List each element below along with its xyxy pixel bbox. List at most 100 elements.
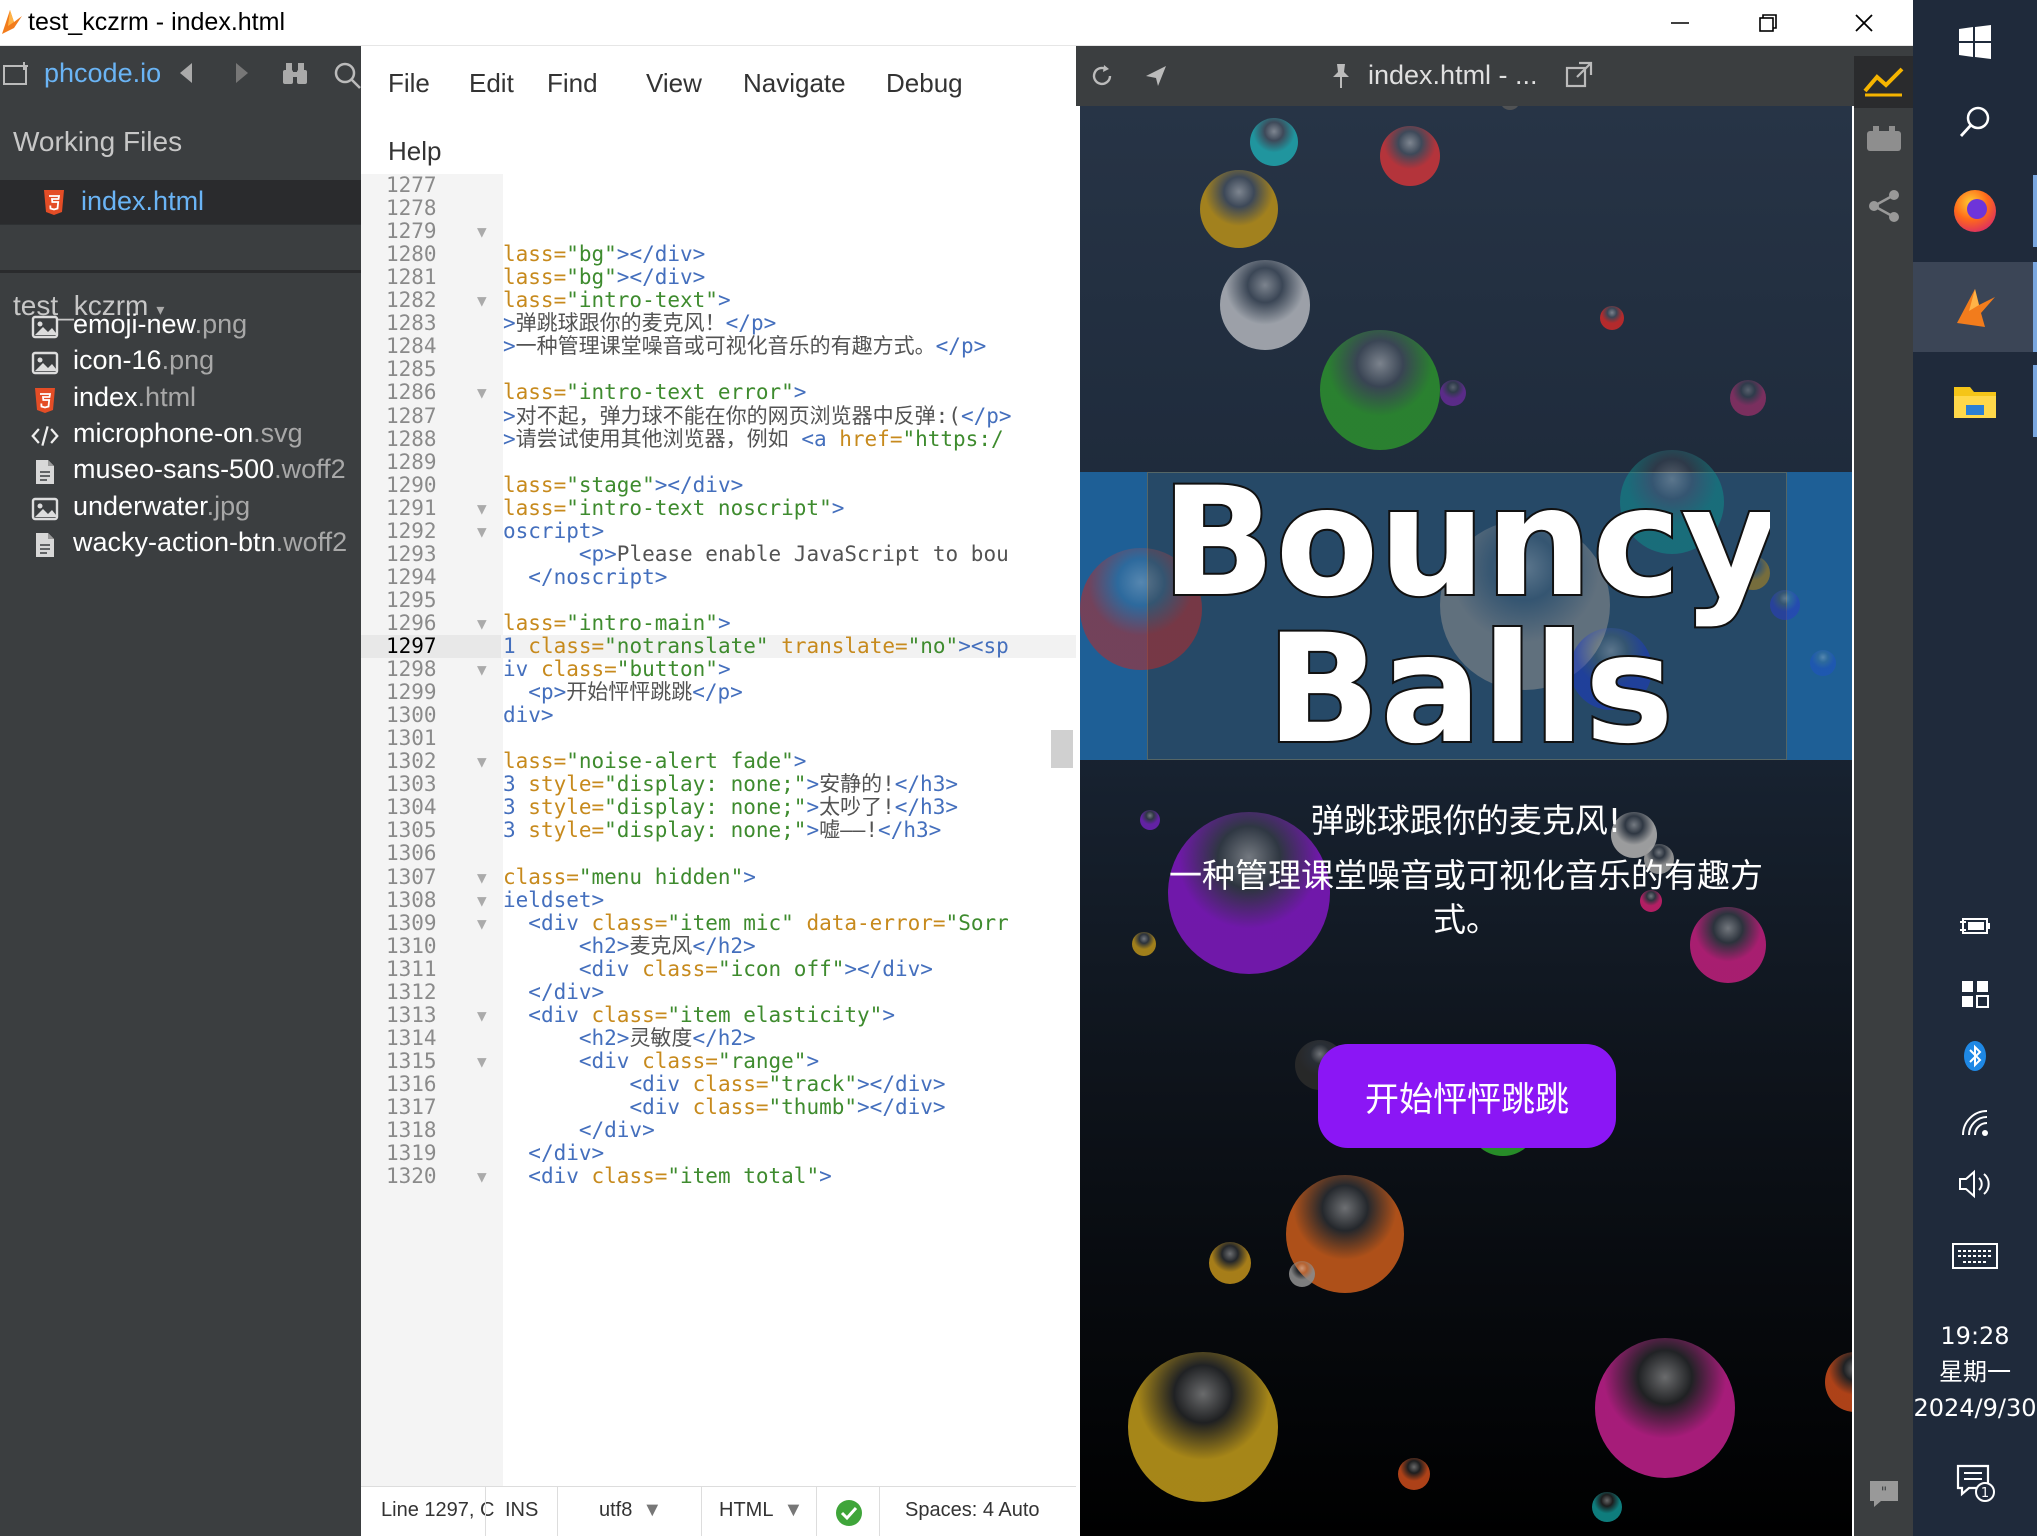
code-line[interactable] — [503, 842, 1076, 865]
code-line[interactable]: lass="bg"></div> — [503, 266, 1076, 289]
code-line[interactable]: 3 style="display: none;">嘘——!</h3> — [503, 819, 1076, 842]
code-line[interactable]: class="menu hidden"> — [503, 866, 1076, 889]
feedback-dock-button[interactable]: " — [1854, 1468, 1913, 1520]
start-bouncing-button[interactable]: 开始怦怦跳跳 — [1318, 1044, 1616, 1148]
code-line[interactable] — [503, 197, 1076, 220]
code-line[interactable]: 1 class="notranslate" translate="no"><sp — [503, 635, 1076, 659]
code-line[interactable]: <div class="item total"> — [503, 1165, 1076, 1188]
code-line[interactable] — [503, 220, 1076, 243]
code-line[interactable]: <p>Please enable JavaScript to bou — [503, 543, 1076, 566]
code-line[interactable]: lass="noise-alert fade"> — [503, 750, 1076, 773]
code-line[interactable]: lass="stage"></div> — [503, 474, 1076, 497]
action-center-button[interactable]: 1 — [1913, 1454, 2037, 1510]
tray-network[interactable] — [1913, 1100, 2037, 1144]
lint-ok-icon[interactable] — [835, 1499, 863, 1527]
code-line[interactable]: <div class="track"></div> — [503, 1073, 1076, 1096]
menu-navigate[interactable]: Navigate — [743, 68, 846, 99]
reload-icon[interactable] — [1088, 62, 1116, 90]
code-line[interactable]: <h2>麦克风</h2> — [503, 935, 1076, 958]
code-line[interactable]: </div> — [503, 1119, 1076, 1142]
fold-toggle-icon[interactable]: ▼ — [477, 889, 487, 912]
fold-toggle-icon[interactable]: ▼ — [477, 289, 487, 312]
taskbar-search-button[interactable] — [1913, 92, 2037, 152]
nav-back-icon[interactable] — [176, 60, 196, 86]
code-line[interactable]: </div> — [503, 981, 1076, 1004]
close-button[interactable] — [1820, 0, 1908, 46]
fold-toggle-icon[interactable]: ▼ — [477, 658, 487, 681]
code-line[interactable]: iv class="button"> — [503, 658, 1076, 681]
cursor-position[interactable]: Line 1297, C — [381, 1499, 494, 1522]
phcode-link[interactable]: phcode.io — [44, 58, 161, 89]
code-line[interactable]: <div class="range"> — [503, 1050, 1076, 1073]
code-line[interactable]: <div class="item mic" data-error="Sorr — [503, 912, 1076, 935]
code-line[interactable]: oscript> — [503, 520, 1076, 543]
code-line[interactable]: lass="intro-text"> — [503, 289, 1076, 312]
code-line[interactable] — [503, 727, 1076, 750]
file-tree-item[interactable]: wacky-action-btn.woff2 — [0, 523, 361, 569]
pin-icon[interactable] — [1328, 62, 1354, 90]
code-line[interactable]: >对不起，弹力球不能在你的网页浏览器中反弹:(</p> — [503, 405, 1076, 428]
fold-toggle-icon[interactable]: ▼ — [477, 866, 487, 889]
share-dock-button[interactable] — [1854, 180, 1913, 232]
menu-edit[interactable]: Edit — [469, 68, 514, 99]
search-icon[interactable] — [332, 60, 362, 90]
code-line[interactable]: lass="bg"></div> — [503, 243, 1076, 266]
code-line[interactable]: >请尝试使用其他浏览器，例如 <a href="https:/ — [503, 428, 1076, 451]
code-editor[interactable]: 1277 1278 1279 ▼ 1280 1281 1282 ▼ 1283 1284 1285 12… — [361, 174, 1076, 1486]
code-line[interactable]: ieldset> — [503, 889, 1076, 912]
taskbar-phoenix-code[interactable] — [1913, 262, 2037, 352]
code-line[interactable] — [503, 589, 1076, 612]
fold-toggle-icon[interactable]: ▼ — [477, 381, 487, 404]
taskbar-firefox[interactable] — [1913, 175, 2037, 247]
code-line[interactable]: <div class="item elasticity"> — [503, 1004, 1076, 1027]
menu-find[interactable]: Find — [547, 68, 598, 99]
encoding-select[interactable]: utf8 ▼ — [599, 1499, 662, 1522]
code-line[interactable]: <div class="thumb"></div> — [503, 1096, 1076, 1119]
tray-volume[interactable] — [1913, 1162, 2037, 1206]
new-project-icon[interactable] — [2, 60, 32, 88]
fold-toggle-icon[interactable]: ▼ — [477, 1165, 487, 1188]
code-line[interactable] — [503, 451, 1076, 474]
code-line[interactable]: lass="intro-text error"> — [503, 381, 1076, 404]
menu-debug[interactable]: Debug — [886, 68, 963, 99]
code-line[interactable]: </div> — [503, 1142, 1076, 1165]
language-select[interactable]: HTML ▼ — [719, 1499, 803, 1522]
fold-toggle-icon[interactable]: ▼ — [477, 520, 487, 543]
binoculars-icon[interactable] — [280, 60, 310, 88]
indentation-setting[interactable]: Spaces: 4 Auto — [905, 1499, 1040, 1522]
fold-toggle-icon[interactable]: ▼ — [477, 612, 487, 635]
code-line[interactable]: >一种管理课堂噪音或可视化音乐的有趣方式。</p> — [503, 335, 1076, 358]
fold-toggle-icon[interactable]: ▼ — [477, 1050, 487, 1073]
menu-file[interactable]: File — [388, 68, 430, 99]
code-line[interactable] — [503, 174, 1076, 197]
start-button[interactable] — [1913, 12, 2037, 72]
fold-toggle-icon[interactable]: ▼ — [477, 497, 487, 520]
tray-touch-keyboard[interactable] — [1913, 1234, 2037, 1278]
restore-button[interactable] — [1724, 0, 1812, 46]
code-line[interactable]: <h2>灵敏度</h2> — [503, 1027, 1076, 1050]
code-line[interactable]: 3 style="display: none;">安静的!</h3> — [503, 773, 1076, 796]
fold-toggle-icon[interactable]: ▼ — [477, 750, 487, 773]
live-preview-page[interactable]: Bouncy Balls 弹跳球跟你的麦克风! 一种管理课堂噪音或可视化音乐的有… — [1080, 106, 1852, 1536]
inspect-pointer-icon[interactable] — [1142, 62, 1170, 90]
code-line[interactable] — [503, 358, 1076, 381]
menu-view[interactable]: View — [646, 68, 702, 99]
taskbar-file-explorer[interactable] — [1913, 365, 2037, 437]
live-preview-dock-button[interactable] — [1854, 56, 1913, 108]
tray-task-view[interactable] — [1913, 972, 2037, 1016]
insert-mode-toggle[interactable]: INS — [505, 1499, 538, 1522]
open-external-icon[interactable] — [1564, 60, 1594, 90]
fold-toggle-icon[interactable]: ▼ — [477, 1004, 487, 1027]
code-line[interactable]: <p>开始怦怦跳跳</p> — [503, 681, 1076, 704]
code-line[interactable]: >弹跳球跟你的麦克风！</p> — [503, 312, 1076, 335]
nav-forward-icon[interactable] — [232, 60, 252, 86]
code-line[interactable]: div> — [503, 704, 1076, 727]
working-file-item[interactable]: index.html — [0, 180, 361, 224]
tray-bluetooth[interactable] — [1913, 1036, 2037, 1076]
extensions-dock-button[interactable] — [1854, 112, 1913, 164]
code-line[interactable]: lass="intro-main"> — [503, 612, 1076, 635]
menu-help[interactable]: Help — [388, 136, 441, 167]
code-line[interactable]: lass="intro-text noscript"> — [503, 497, 1076, 520]
fold-toggle-icon[interactable]: ▼ — [477, 912, 487, 935]
tray-power-button[interactable] — [1913, 906, 2037, 946]
